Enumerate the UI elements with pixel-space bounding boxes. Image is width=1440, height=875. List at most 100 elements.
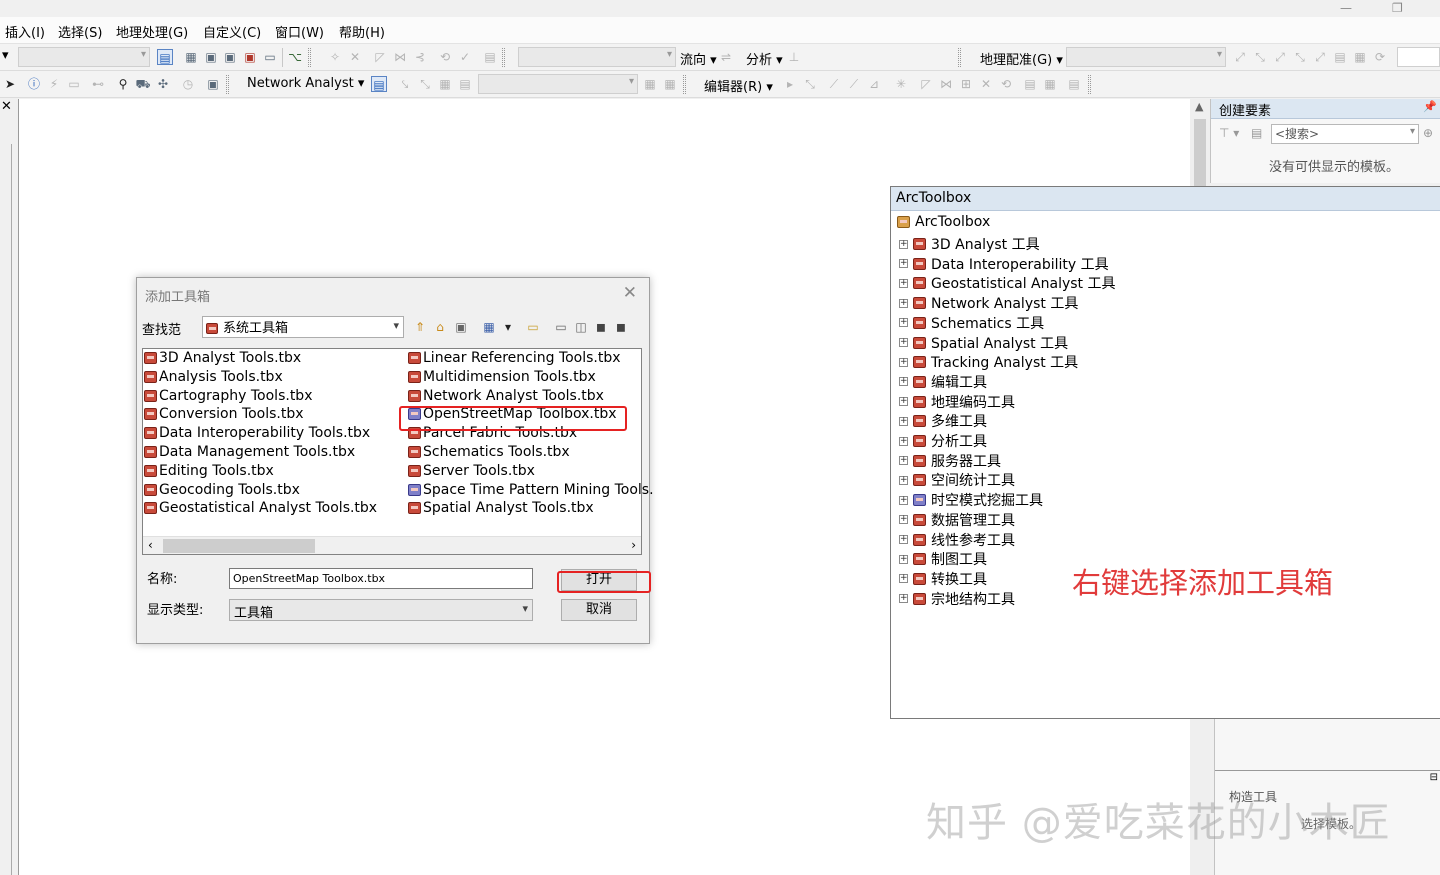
- trace-tool-icon[interactable]: ⊿: [866, 76, 882, 92]
- table-icon[interactable]: ▦: [183, 49, 199, 65]
- window-icon[interactable]: ▭: [262, 49, 278, 65]
- measure-icon[interactable]: ⊷: [90, 76, 106, 92]
- georef-layer-combo[interactable]: ▾: [1066, 47, 1226, 67]
- network-analyst-menu[interactable]: Network Analyst ▾: [247, 76, 364, 91]
- file-item[interactable]: Geocoding Tools.tbx: [144, 482, 300, 501]
- tree-item[interactable]: + 地理编码工具: [899, 392, 1015, 411]
- file-item[interactable]: Linear Referencing Tools.tbx: [408, 350, 621, 369]
- show-type-combo[interactable]: 工具箱 ▾: [229, 599, 533, 621]
- binoculars-icon[interactable]: ⚲: [115, 76, 131, 92]
- na-build-icon[interactable]: ▦: [642, 76, 658, 92]
- menu-insert[interactable]: 插入(I): [5, 22, 45, 41]
- link-icon[interactable]: ⤡: [1252, 49, 1268, 65]
- home-icon[interactable]: ⌂: [433, 320, 447, 334]
- tree-item[interactable]: + 宗地结构工具: [899, 589, 1015, 608]
- view-dropdown-icon[interactable]: ▾: [501, 320, 515, 334]
- html-popup-icon[interactable]: ▭: [66, 76, 82, 92]
- geodatabase-icon[interactable]: ◼: [594, 320, 608, 334]
- edit-annotation-icon[interactable]: ⤡: [802, 76, 818, 92]
- catalog-icon[interactable]: ▭: [554, 320, 568, 334]
- na-window-icon[interactable]: ▤: [371, 76, 387, 92]
- cut-polygons-icon[interactable]: ⊞: [958, 76, 974, 92]
- rotation-input[interactable]: [1397, 47, 1440, 67]
- tree-item[interactable]: + 时空模式挖掘工具: [899, 490, 1043, 509]
- print-icon[interactable]: ▣: [203, 49, 219, 65]
- rotate-georef-icon[interactable]: ⟳: [1372, 49, 1388, 65]
- na-select-icon[interactable]: ⤡: [417, 76, 433, 92]
- trace-icon[interactable]: ⊥: [786, 49, 802, 65]
- na-directions-icon[interactable]: ▤: [457, 76, 473, 92]
- find-route-icon[interactable]: ⛟: [135, 76, 151, 92]
- add-control-point-icon[interactable]: ⤢: [1232, 49, 1248, 65]
- close-icon[interactable]: ✕: [1, 99, 12, 114]
- file-item[interactable]: Analysis Tools.tbx: [144, 369, 283, 388]
- flow-arrow-icon[interactable]: ⇌: [718, 49, 734, 65]
- expand-icon[interactable]: +: [899, 377, 908, 387]
- template-search-input[interactable]: <搜索> ▾: [1271, 124, 1419, 144]
- expand-icon[interactable]: +: [899, 416, 908, 426]
- file-item[interactable]: Schematics Tools.tbx: [408, 444, 570, 463]
- map-scrollbar[interactable]: ▲: [1190, 99, 1210, 189]
- goto-xy-icon[interactable]: ✣: [155, 76, 171, 92]
- expand-icon[interactable]: +: [899, 397, 908, 407]
- file-item[interactable]: Data Management Tools.tbx: [144, 444, 355, 463]
- expand-icon[interactable]: +: [899, 456, 908, 466]
- look-in-combo[interactable]: 系统工具箱 ▾: [202, 316, 404, 338]
- tree-item[interactable]: + Geostatistical Analyst 工具: [899, 273, 1116, 292]
- tree-item[interactable]: + Network Analyst 工具: [899, 293, 1078, 312]
- check-icon[interactable]: ✓: [457, 49, 473, 65]
- file-item[interactable]: Editing Tools.tbx: [144, 463, 274, 482]
- analysis-menu[interactable]: 分析 ▾: [746, 49, 783, 68]
- expand-icon[interactable]: +: [899, 318, 908, 328]
- file-item[interactable]: Server Tools.tbx: [408, 463, 535, 482]
- tree-item[interactable]: + 数据管理工具: [899, 510, 1015, 529]
- tree-item[interactable]: + Data Interoperability 工具: [899, 254, 1109, 273]
- tree-item[interactable]: + 编辑工具: [899, 372, 987, 391]
- scroll-thumb[interactable]: [163, 539, 315, 553]
- search-icon[interactable]: ⊕: [1423, 126, 1433, 140]
- panel-toggle-icon[interactable]: ⊟: [1430, 772, 1438, 783]
- end-point-arc-icon[interactable]: ⟋: [846, 76, 862, 92]
- editor-menu[interactable]: 编辑器(R) ▾: [704, 76, 773, 95]
- chevron-left-icon[interactable]: ‹: [148, 538, 153, 552]
- organize-templates-icon[interactable]: ⊤ ▾: [1219, 126, 1239, 140]
- file-item[interactable]: Multidimension Tools.tbx: [408, 369, 596, 388]
- rotate-tool-icon[interactable]: ⟲: [998, 76, 1014, 92]
- database-icon[interactable]: ◫: [574, 320, 588, 334]
- expand-icon[interactable]: +: [899, 357, 908, 367]
- file-item[interactable]: Spatial Analyst Tools.tbx: [408, 500, 594, 519]
- close-icon[interactable]: ✕: [623, 283, 637, 303]
- viewer-icon[interactable]: ▣: [205, 76, 221, 92]
- layout-icon[interactable]: ▤: [157, 49, 173, 65]
- file-item[interactable]: Geostatistical Analyst Tools.tbx: [144, 500, 377, 519]
- file-list[interactable]: 3D Analyst Tools.tbx Analysis Tools.tbx Ca…: [142, 348, 654, 555]
- network-icon[interactable]: ⌥: [287, 49, 303, 65]
- time-slider-icon[interactable]: ◷: [180, 76, 196, 92]
- restore-icon[interactable]: ❐: [1392, 1, 1403, 15]
- scroll-up-icon[interactable]: ▲: [1195, 100, 1203, 113]
- menu-customize[interactable]: 自定义(C): [203, 22, 261, 41]
- chevron-right-icon[interactable]: ›: [631, 538, 636, 552]
- split-tool-icon[interactable]: ✕: [978, 76, 994, 92]
- expand-icon[interactable]: +: [899, 594, 908, 604]
- auto-link-icon[interactable]: ⤡: [1292, 49, 1308, 65]
- split-icon[interactable]: ⊰: [412, 49, 428, 65]
- arctoolbox-root[interactable]: ArcToolbox: [897, 214, 990, 230]
- new-folder-icon[interactable]: ▭: [526, 320, 540, 334]
- straight-segment-icon[interactable]: ⟋: [826, 76, 842, 92]
- toolbox-new-icon[interactable]: ◼: [614, 320, 628, 334]
- tree-item[interactable]: + 服务器工具: [899, 451, 1001, 470]
- file-item[interactable]: Cartography Tools.tbx: [144, 388, 312, 407]
- tree-item[interactable]: + Tracking Analyst 工具: [899, 352, 1078, 371]
- tree-item[interactable]: +3D Analyst 工具: [899, 234, 1040, 253]
- up-one-level-icon[interactable]: ⇑: [413, 320, 427, 334]
- tree-item[interactable]: + 多维工具: [899, 411, 987, 430]
- file-item[interactable]: Network Analyst Tools.tbx: [408, 388, 604, 407]
- na-options-icon[interactable]: ▦: [662, 76, 678, 92]
- menu-window[interactable]: 窗口(W): [275, 22, 324, 41]
- connect-folder-icon[interactable]: ▣: [454, 320, 468, 334]
- scale-combo[interactable]: ▾: [18, 47, 150, 67]
- minimize-icon[interactable]: —: [1340, 1, 1352, 15]
- tree-item[interactable]: + 分析工具: [899, 431, 987, 450]
- horizontal-scrollbar[interactable]: ‹ ›: [143, 536, 641, 554]
